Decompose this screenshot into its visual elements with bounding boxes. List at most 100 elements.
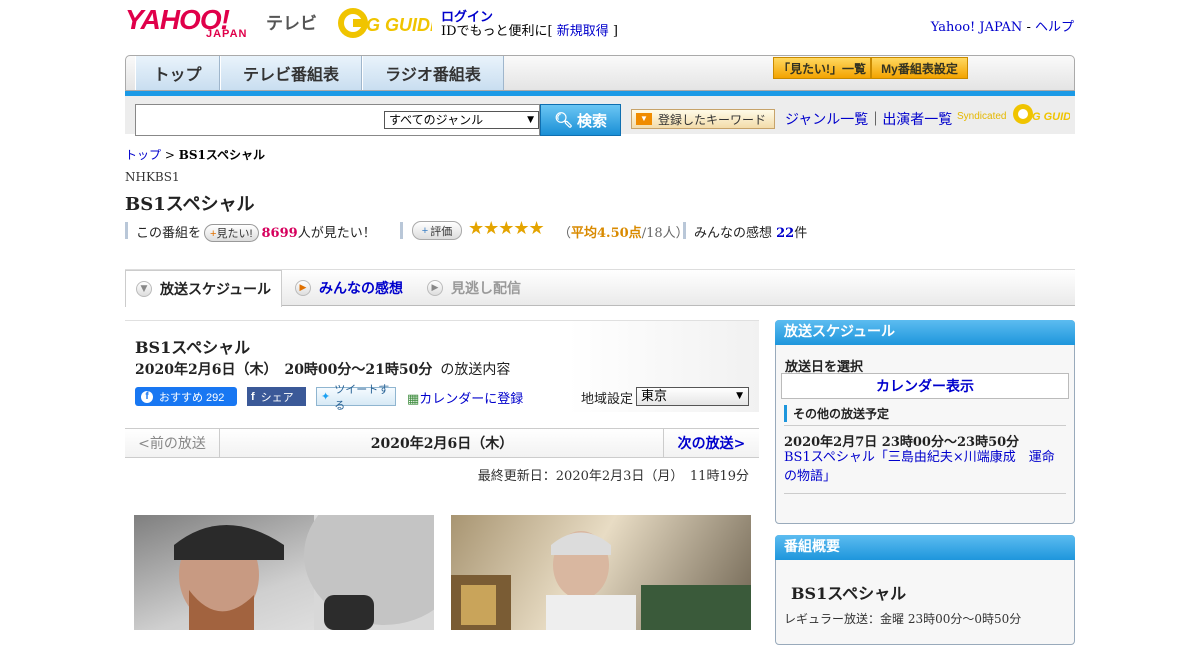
facebook-share-button[interactable]: f シェア xyxy=(247,387,306,406)
dropdown-arrow-icon: ▼ xyxy=(736,391,743,401)
breadcrumb-separator: > xyxy=(161,148,179,162)
detail-title: BS1スペシャル xyxy=(135,338,251,357)
yahoo-logo-sub: JAPAN xyxy=(206,28,248,40)
search-button-label: 検索 xyxy=(577,112,608,130)
page-title: BS1スペシャル xyxy=(125,194,255,215)
regular-broadcast: レギュラー放送：金曜 23時00分～0時50分 xyxy=(784,612,1022,626)
rate-button[interactable]: + 評価 xyxy=(412,221,462,240)
keyword-button[interactable]: ▼ 登録したキーワード xyxy=(631,109,775,129)
program-image-art xyxy=(174,515,434,630)
dropdown-arrow-icon: ▼ xyxy=(527,115,534,125)
overview-title: BS1スペシャル xyxy=(791,584,907,603)
svg-text:G GUIDE: G GUIDE xyxy=(1032,111,1070,123)
calendar-register[interactable]: ▦カレンダーに登録 xyxy=(407,388,523,407)
region-select-value: 東京 xyxy=(641,389,668,404)
prev-broadcast: <前の放送 xyxy=(125,429,220,457)
program-image xyxy=(451,515,751,630)
impressions-summary: みんなの感想 22件 xyxy=(694,222,807,241)
impressions-label: みんなの感想 xyxy=(694,226,777,241)
tweet-label: ツイートする xyxy=(334,383,390,412)
watch-count: 8699 xyxy=(261,226,298,241)
program-image-art xyxy=(451,531,751,630)
id-suffix: ] xyxy=(608,24,618,39)
other-broadcasts-heading: その他の放送予定 xyxy=(784,405,889,422)
current-broadcast-date: 2020年2月6日（木） xyxy=(370,436,514,452)
mitai-list-button[interactable]: 「見たい!」一覧 xyxy=(773,57,871,79)
facebook-like-button[interactable]: f おすすめ 292 xyxy=(135,387,237,406)
next-broadcast-link[interactable]: 次の放送> xyxy=(663,429,759,457)
tab-schedule-label: 放送スケジュール xyxy=(160,282,272,298)
tab-missed: ▶ 見逃し配信 xyxy=(427,270,521,306)
overview-box-heading: 番組概要 xyxy=(775,535,1075,560)
divider-bar xyxy=(400,222,403,239)
rate-button-label: 評価 xyxy=(430,225,453,238)
tab-top[interactable]: トップ xyxy=(135,56,220,90)
gguide-small-logo: G GUIDE xyxy=(1013,104,1070,124)
tab-radio-schedule[interactable]: ラジオ番組表 xyxy=(362,56,504,90)
last-updated: 最終更新日：2020年2月3日（月） 11時19分 xyxy=(477,469,749,484)
divider-bar xyxy=(683,222,686,239)
detail-datetime: 2020年2月6日（木） 20時00分～21時50分 の放送内容 xyxy=(135,359,510,379)
avg-count: /18人） xyxy=(641,226,689,241)
detail-datetime-value: 2020年2月6日（木） 20時00分～21時50分 xyxy=(135,362,433,378)
yahoo-japan-link[interactable]: Yahoo! JAPAN xyxy=(931,20,1023,35)
search-button[interactable]: 🔍︎ 検索 xyxy=(540,104,621,136)
tab-impressions-label[interactable]: みんなの感想 xyxy=(319,278,403,298)
search-links: ジャンル一覧｜出演者一覧 xyxy=(785,109,952,129)
other-broadcast-link[interactable]: BS1スペシャル「三島由紀夫×川端康成 運命の物語」 xyxy=(784,448,1066,486)
breadcrumb-current: BS1スペシャル xyxy=(178,148,266,162)
tab-tv-schedule[interactable]: テレビ番組表 xyxy=(220,56,362,90)
impressions-unit: 件 xyxy=(794,226,808,241)
divider-bar xyxy=(125,222,128,239)
breadcrumb: トップ > BS1スペシャル xyxy=(125,146,265,163)
performer-list-link[interactable]: 出演者一覧 xyxy=(882,112,952,128)
gguide-logo: G GUIDE xyxy=(338,8,432,38)
schedule-box-heading: 放送スケジュール xyxy=(775,320,1075,345)
divider xyxy=(784,425,1066,426)
divider xyxy=(784,493,1066,494)
genre-select[interactable]: すべてのジャンル ▼ xyxy=(384,111,539,129)
breadcrumb-home[interactable]: トップ xyxy=(125,148,161,162)
register-link[interactable]: 新規取得 xyxy=(557,24,609,39)
calendar-icon: ▦ xyxy=(407,392,420,407)
help-link[interactable]: ヘルプ xyxy=(1035,20,1074,35)
my-schedule-button[interactable]: My番組表設定 xyxy=(871,57,968,79)
keyword-icon: ▼ xyxy=(636,113,652,125)
syndicated-label: Syndicated xyxy=(957,111,1007,122)
calendar-view-button[interactable]: カレンダー表示 xyxy=(781,373,1069,399)
mitai-button[interactable]: +見たい! xyxy=(204,224,259,242)
rating-stars: ★★★★★ xyxy=(468,218,545,239)
search-icon: 🔍︎ xyxy=(553,112,574,129)
region-select[interactable]: 東京 ▼ xyxy=(636,387,749,406)
tab-impressions[interactable]: ▶ みんなの感想 xyxy=(295,270,403,306)
chevron-down-icon: ▼ xyxy=(136,281,152,297)
watch-suffix: 人が見たい！ xyxy=(297,226,376,241)
detail-content-suffix: の放送内容 xyxy=(440,362,511,378)
genre-list-link[interactable]: ジャンル一覧 xyxy=(785,112,868,128)
id-promo: IDでもっと便利に[ 新規取得 ] xyxy=(441,20,618,39)
tab-schedule[interactable]: ▼ 放送スケジュール xyxy=(125,270,282,307)
keyword-button-label: 登録したキーワード xyxy=(658,112,767,127)
mitai-button-label: 見たい! xyxy=(216,228,253,240)
impressions-count-link[interactable]: 22 xyxy=(776,226,794,241)
facebook-like-label: おすすめ 292 xyxy=(159,391,225,404)
tab-missed-label: 見逃し配信 xyxy=(451,281,521,297)
facebook-icon: f xyxy=(141,390,153,403)
twitter-icon: ✦ xyxy=(321,391,331,403)
id-prefix: IDでもっと便利に[ xyxy=(441,24,557,39)
watch-row: この番組を +見たい! 8699人が見たい！ xyxy=(136,222,376,242)
link-separator: ｜ xyxy=(868,112,883,128)
watch-prefix: この番組を xyxy=(136,226,202,241)
channel-name: NHKBS1 xyxy=(125,170,180,184)
genre-select-value: すべてのジャンル xyxy=(389,113,484,127)
calendar-register-link[interactable]: カレンダーに登録 xyxy=(419,392,523,407)
avg-open: （ xyxy=(558,226,572,241)
avg-label: 平均4.50点 xyxy=(571,226,642,241)
facebook-share-label: シェア xyxy=(260,391,294,404)
plus-icon: + xyxy=(421,224,429,237)
tv-label: テレビ xyxy=(266,14,317,33)
facebook-icon: f xyxy=(251,390,255,403)
region-label: 地域設定 xyxy=(581,392,634,407)
play-icon: ▶ xyxy=(427,280,443,296)
tweet-button[interactable]: ✦ ツイートする xyxy=(316,384,396,412)
